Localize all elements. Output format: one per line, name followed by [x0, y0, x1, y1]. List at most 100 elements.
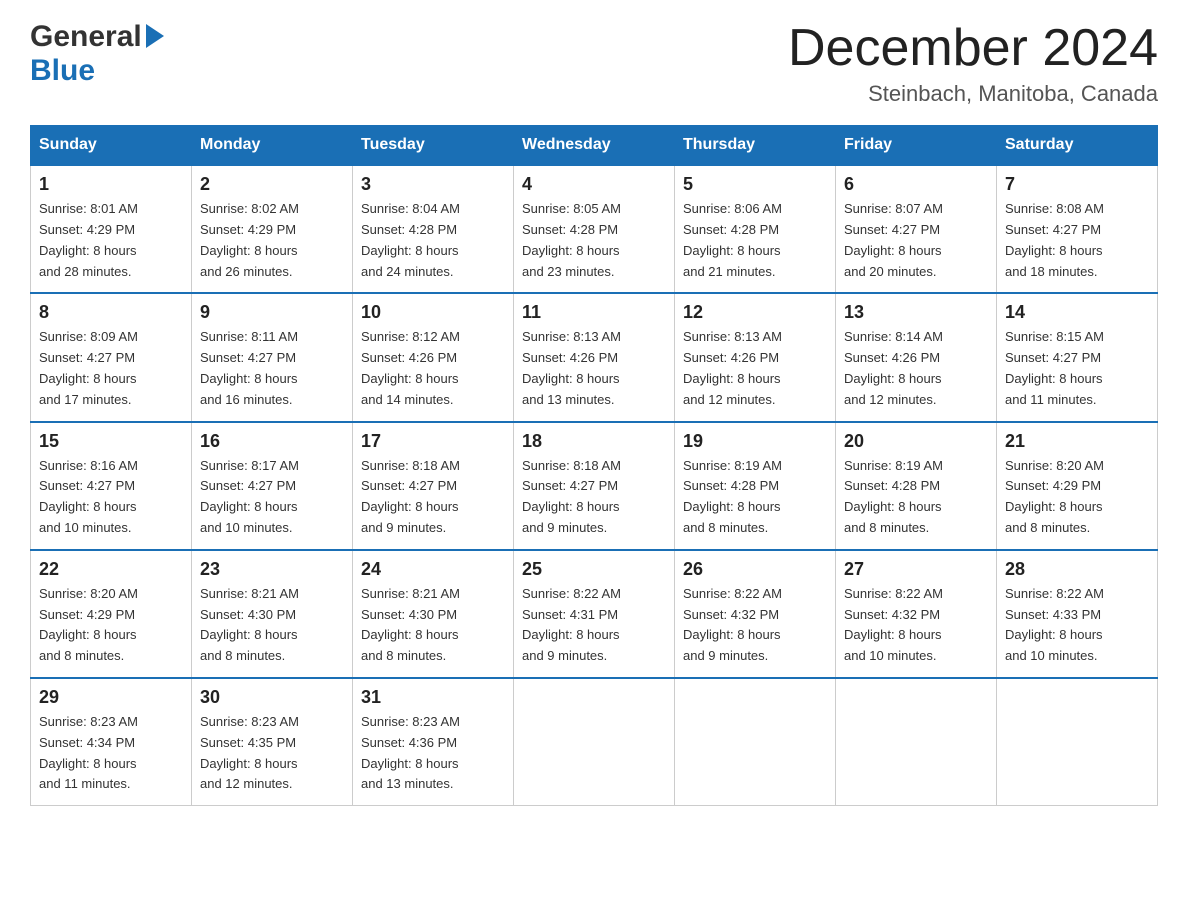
- page-header: General Blue December 2024 Steinbach, Ma…: [30, 20, 1158, 107]
- day-info: Sunrise: 8:21 AMSunset: 4:30 PMDaylight:…: [361, 584, 505, 667]
- calendar-day-cell: 24 Sunrise: 8:21 AMSunset: 4:30 PMDayligh…: [353, 550, 514, 678]
- calendar-day-cell: [997, 678, 1158, 806]
- day-number: 7: [1005, 174, 1149, 195]
- day-number: 19: [683, 431, 827, 452]
- day-info: Sunrise: 8:19 AMSunset: 4:28 PMDaylight:…: [683, 456, 827, 539]
- logo: General Blue: [30, 20, 164, 88]
- day-info: Sunrise: 8:13 AMSunset: 4:26 PMDaylight:…: [683, 327, 827, 410]
- calendar-day-cell: 3 Sunrise: 8:04 AMSunset: 4:28 PMDaylight…: [353, 165, 514, 293]
- calendar-day-cell: 22 Sunrise: 8:20 AMSunset: 4:29 PMDayligh…: [31, 550, 192, 678]
- calendar-day-cell: [836, 678, 997, 806]
- weekday-header-tuesday: Tuesday: [353, 126, 514, 166]
- calendar-day-cell: 12 Sunrise: 8:13 AMSunset: 4:26 PMDayligh…: [675, 293, 836, 421]
- day-info: Sunrise: 8:06 AMSunset: 4:28 PMDaylight:…: [683, 199, 827, 282]
- logo-triangle-icon: [146, 24, 164, 48]
- calendar-day-cell: 30Sunrise: 8:23 AMSunset: 4:35 PMDayligh…: [192, 678, 353, 806]
- day-number: 16: [200, 431, 344, 452]
- calendar-day-cell: 31Sunrise: 8:23 AMSunset: 4:36 PMDayligh…: [353, 678, 514, 806]
- logo-general-text: General: [30, 20, 142, 54]
- day-number: 31: [361, 687, 505, 708]
- calendar-day-cell: 16 Sunrise: 8:17 AMSunset: 4:27 PMDayligh…: [192, 422, 353, 550]
- day-number: 2: [200, 174, 344, 195]
- day-info: Sunrise: 8:12 AMSunset: 4:26 PMDaylight:…: [361, 327, 505, 410]
- day-number: 3: [361, 174, 505, 195]
- calendar-week-row: 29 Sunrise: 8:23 AMSunset: 4:34 PMDayligh…: [31, 678, 1158, 806]
- day-info: Sunrise: 8:17 AMSunset: 4:27 PMDaylight:…: [200, 456, 344, 539]
- calendar-day-cell: 1 Sunrise: 8:01 AMSunset: 4:29 PMDaylight…: [31, 165, 192, 293]
- day-info: Sunrise: 8:08 AMSunset: 4:27 PMDaylight:…: [1005, 199, 1149, 282]
- calendar-day-cell: 6 Sunrise: 8:07 AMSunset: 4:27 PMDaylight…: [836, 165, 997, 293]
- day-info: Sunrise: 8:05 AMSunset: 4:28 PMDaylight:…: [522, 199, 666, 282]
- day-number: 1: [39, 174, 183, 195]
- day-info: Sunrise: 8:16 AMSunset: 4:27 PMDaylight:…: [39, 456, 183, 539]
- calendar-day-cell: 15 Sunrise: 8:16 AMSunset: 4:27 PMDayligh…: [31, 422, 192, 550]
- calendar-day-cell: 9 Sunrise: 8:11 AMSunset: 4:27 PMDaylight…: [192, 293, 353, 421]
- day-info: Sunrise: 8:22 AMSunset: 4:32 PMDaylight:…: [844, 584, 988, 667]
- calendar-day-cell: 5 Sunrise: 8:06 AMSunset: 4:28 PMDaylight…: [675, 165, 836, 293]
- day-number: 14: [1005, 302, 1149, 323]
- day-number: 29: [39, 687, 183, 708]
- calendar-week-row: 15 Sunrise: 8:16 AMSunset: 4:27 PMDayligh…: [31, 422, 1158, 550]
- day-info: Sunrise: 8:23 AMSunset: 4:35 PMDaylight:…: [200, 712, 344, 795]
- calendar-day-cell: 4 Sunrise: 8:05 AMSunset: 4:28 PMDaylight…: [514, 165, 675, 293]
- title-block: December 2024 Steinbach, Manitoba, Canad…: [788, 20, 1158, 107]
- day-info: Sunrise: 8:02 AMSunset: 4:29 PMDaylight:…: [200, 199, 344, 282]
- day-number: 4: [522, 174, 666, 195]
- calendar-day-cell: 25 Sunrise: 8:22 AMSunset: 4:31 PMDayligh…: [514, 550, 675, 678]
- day-info: Sunrise: 8:15 AMSunset: 4:27 PMDaylight:…: [1005, 327, 1149, 410]
- day-number: 20: [844, 431, 988, 452]
- weekday-header-wednesday: Wednesday: [514, 126, 675, 166]
- day-info: Sunrise: 8:18 AMSunset: 4:27 PMDaylight:…: [522, 456, 666, 539]
- month-year-title: December 2024: [788, 20, 1158, 77]
- day-number: 28: [1005, 559, 1149, 580]
- day-number: 13: [844, 302, 988, 323]
- day-info: Sunrise: 8:07 AMSunset: 4:27 PMDaylight:…: [844, 199, 988, 282]
- calendar-day-cell: 18Sunrise: 8:18 AMSunset: 4:27 PMDayligh…: [514, 422, 675, 550]
- calendar-day-cell: 8Sunrise: 8:09 AMSunset: 4:27 PMDaylight…: [31, 293, 192, 421]
- day-info: Sunrise: 8:18 AMSunset: 4:27 PMDaylight:…: [361, 456, 505, 539]
- day-number: 15: [39, 431, 183, 452]
- weekday-header-friday: Friday: [836, 126, 997, 166]
- day-info: Sunrise: 8:23 AMSunset: 4:34 PMDaylight:…: [39, 712, 183, 795]
- calendar-week-row: 8Sunrise: 8:09 AMSunset: 4:27 PMDaylight…: [31, 293, 1158, 421]
- location-subtitle: Steinbach, Manitoba, Canada: [788, 81, 1158, 107]
- day-info: Sunrise: 8:04 AMSunset: 4:28 PMDaylight:…: [361, 199, 505, 282]
- calendar-day-cell: 26Sunrise: 8:22 AMSunset: 4:32 PMDayligh…: [675, 550, 836, 678]
- day-info: Sunrise: 8:13 AMSunset: 4:26 PMDaylight:…: [522, 327, 666, 410]
- calendar-day-cell: 20 Sunrise: 8:19 AMSunset: 4:28 PMDayligh…: [836, 422, 997, 550]
- calendar-day-cell: 29 Sunrise: 8:23 AMSunset: 4:34 PMDayligh…: [31, 678, 192, 806]
- calendar-day-cell: 28Sunrise: 8:22 AMSunset: 4:33 PMDayligh…: [997, 550, 1158, 678]
- day-number: 25: [522, 559, 666, 580]
- day-info: Sunrise: 8:20 AMSunset: 4:29 PMDaylight:…: [39, 584, 183, 667]
- weekday-header-sunday: Sunday: [31, 126, 192, 166]
- logo-blue-text: Blue: [30, 54, 164, 88]
- day-info: Sunrise: 8:22 AMSunset: 4:31 PMDaylight:…: [522, 584, 666, 667]
- day-info: Sunrise: 8:19 AMSunset: 4:28 PMDaylight:…: [844, 456, 988, 539]
- calendar-day-cell: 10Sunrise: 8:12 AMSunset: 4:26 PMDayligh…: [353, 293, 514, 421]
- day-number: 12: [683, 302, 827, 323]
- day-info: Sunrise: 8:21 AMSunset: 4:30 PMDaylight:…: [200, 584, 344, 667]
- day-info: Sunrise: 8:11 AMSunset: 4:27 PMDaylight:…: [200, 327, 344, 410]
- calendar-day-cell: 7 Sunrise: 8:08 AMSunset: 4:27 PMDaylight…: [997, 165, 1158, 293]
- day-info: Sunrise: 8:01 AMSunset: 4:29 PMDaylight:…: [39, 199, 183, 282]
- day-info: Sunrise: 8:20 AMSunset: 4:29 PMDaylight:…: [1005, 456, 1149, 539]
- calendar-day-cell: 17Sunrise: 8:18 AMSunset: 4:27 PMDayligh…: [353, 422, 514, 550]
- day-number: 27: [844, 559, 988, 580]
- day-number: 22: [39, 559, 183, 580]
- day-info: Sunrise: 8:22 AMSunset: 4:32 PMDaylight:…: [683, 584, 827, 667]
- day-number: 9: [200, 302, 344, 323]
- calendar-day-cell: [675, 678, 836, 806]
- weekday-header-monday: Monday: [192, 126, 353, 166]
- day-info: Sunrise: 8:09 AMSunset: 4:27 PMDaylight:…: [39, 327, 183, 410]
- day-number: 5: [683, 174, 827, 195]
- day-number: 24: [361, 559, 505, 580]
- day-number: 6: [844, 174, 988, 195]
- weekday-header-thursday: Thursday: [675, 126, 836, 166]
- day-number: 21: [1005, 431, 1149, 452]
- calendar-day-cell: 23Sunrise: 8:21 AMSunset: 4:30 PMDayligh…: [192, 550, 353, 678]
- calendar-day-cell: 27 Sunrise: 8:22 AMSunset: 4:32 PMDayligh…: [836, 550, 997, 678]
- weekday-header-saturday: Saturday: [997, 126, 1158, 166]
- calendar-day-cell: 11Sunrise: 8:13 AMSunset: 4:26 PMDayligh…: [514, 293, 675, 421]
- calendar-day-cell: 2 Sunrise: 8:02 AMSunset: 4:29 PMDaylight…: [192, 165, 353, 293]
- calendar-day-cell: 21 Sunrise: 8:20 AMSunset: 4:29 PMDayligh…: [997, 422, 1158, 550]
